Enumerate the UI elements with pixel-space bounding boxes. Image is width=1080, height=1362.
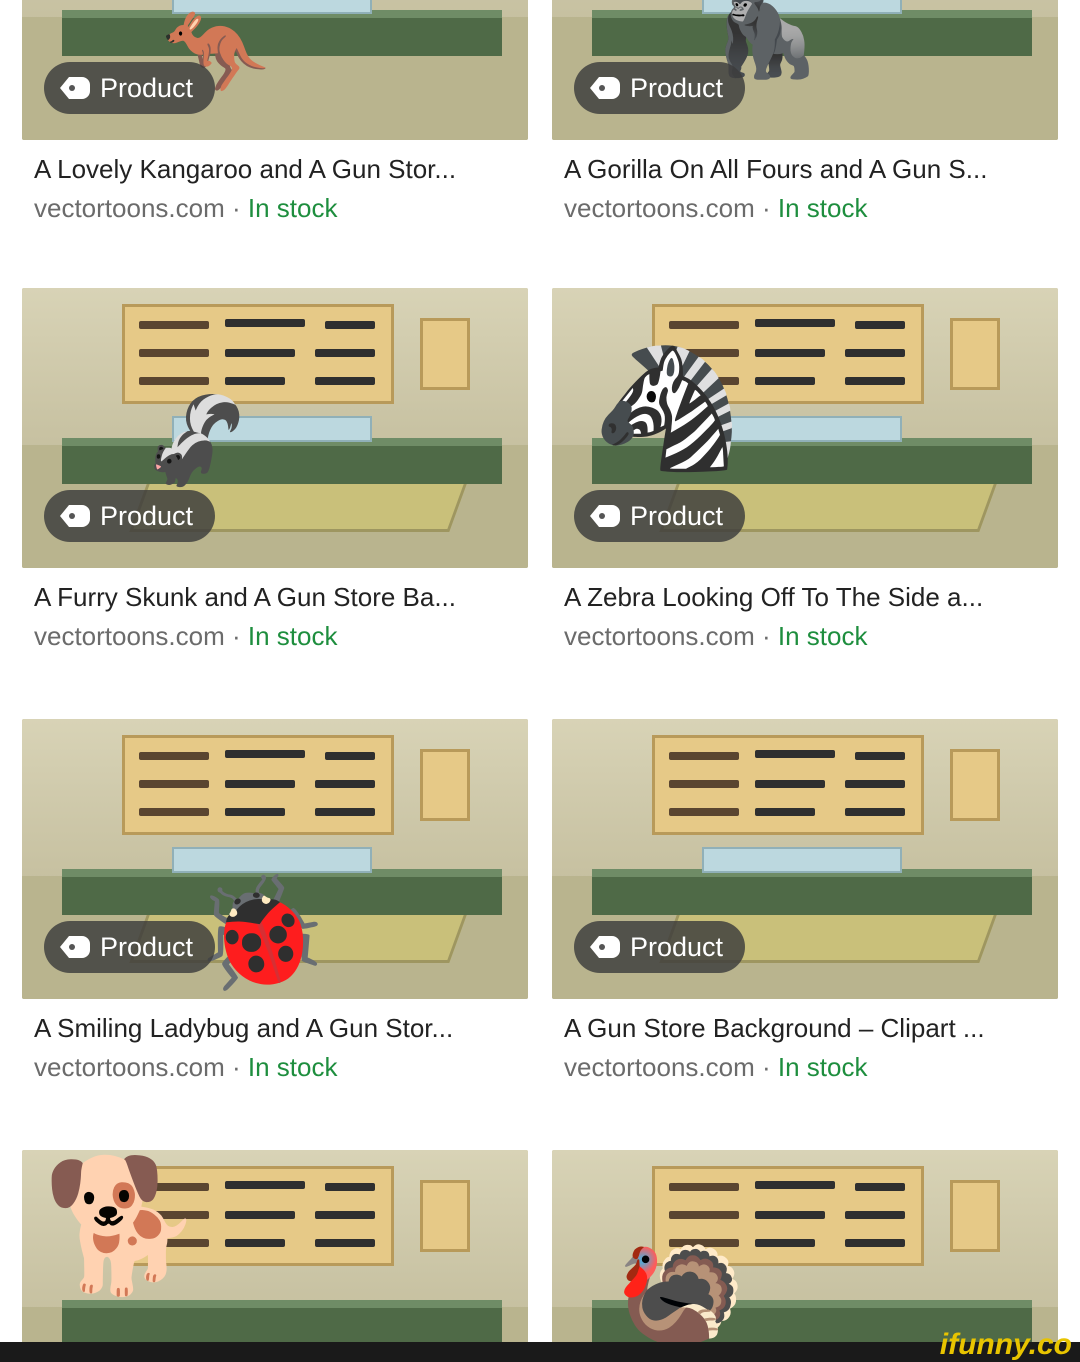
results-grid: 🦘 Product A Lovely Kangaroo and A Gun St… [0,0,1080,1362]
stock-status: In stock [247,621,338,651]
result-meta: vectortoons.com · In stock [564,621,868,651]
result-card[interactable]: 🐞 Product A Smiling Ladybug and A Gun St… [22,719,528,1083]
result-meta: vectortoons.com · In stock [34,193,338,223]
stock-status: In stock [777,621,868,651]
result-title[interactable]: A Lovely Kangaroo and A Gun Stor... [22,154,528,185]
product-badge: Product [574,490,746,542]
result-card[interactable]: 🦍 Product A Gorilla On All Fours and A G… [552,0,1058,224]
result-card[interactable]: 🦘 Product A Lovely Kangaroo and A Gun St… [22,0,528,224]
result-title[interactable]: A Zebra Looking Off To The Side a... [552,582,1058,613]
result-thumbnail[interactable]: 🐞 Product [22,719,528,999]
stock-status: In stock [247,1052,338,1082]
result-meta: vectortoons.com · In stock [34,1052,338,1082]
result-thumbnail[interactable]: 🐕 [22,1150,528,1362]
dog-icon: 🐕 [42,1152,204,1298]
tag-icon [590,77,620,99]
result-card[interactable]: Product A Gun Store Background – Clipart… [552,719,1058,1083]
tag-icon [590,936,620,958]
watermark: ifunny.co [939,1328,1072,1361]
tag-icon [60,77,90,99]
footer-bar [0,1342,1080,1362]
product-badge: Product [44,62,216,114]
result-title[interactable]: A Gorilla On All Fours and A Gun S... [552,154,1058,185]
product-badge: Product [574,62,746,114]
result-card[interactable]: 🦓 Product A Zebra Looking Off To The Sid… [552,288,1058,652]
stock-status: In stock [777,1052,868,1082]
tag-icon [590,505,620,527]
result-thumbnail[interactable]: 🦓 Product [552,288,1058,568]
skunk-icon: 🦨 [142,393,250,489]
product-badge: Product [44,490,216,542]
result-thumbnail[interactable]: 🦨 Product [22,288,528,568]
result-thumbnail[interactable]: 🦍 Product [552,0,1058,140]
result-title[interactable]: A Smiling Ladybug and A Gun Stor... [22,1013,528,1044]
result-title[interactable]: A Gun Store Background – Clipart ... [552,1013,1058,1044]
result-meta: vectortoons.com · In stock [564,1052,868,1082]
result-meta: vectortoons.com · In stock [564,193,868,223]
result-meta: vectortoons.com · In stock [34,621,338,651]
stock-status: In stock [247,193,338,223]
tag-icon [60,936,90,958]
result-title[interactable]: A Furry Skunk and A Gun Store Ba... [22,582,528,613]
result-thumbnail[interactable]: Product [552,719,1058,999]
product-badge: Product [44,921,216,973]
product-badge: Product [574,921,746,973]
tag-icon [60,505,90,527]
ladybug-icon: 🐞 [192,872,329,995]
zebra-icon: 🦓 [592,341,742,475]
result-thumbnail[interactable]: 🦘 Product [22,0,528,140]
stock-status: In stock [777,193,868,223]
result-card[interactable]: 🐕 [22,1150,528,1362]
result-card[interactable]: 🦨 Product A Furry Skunk and A Gun Store … [22,288,528,652]
